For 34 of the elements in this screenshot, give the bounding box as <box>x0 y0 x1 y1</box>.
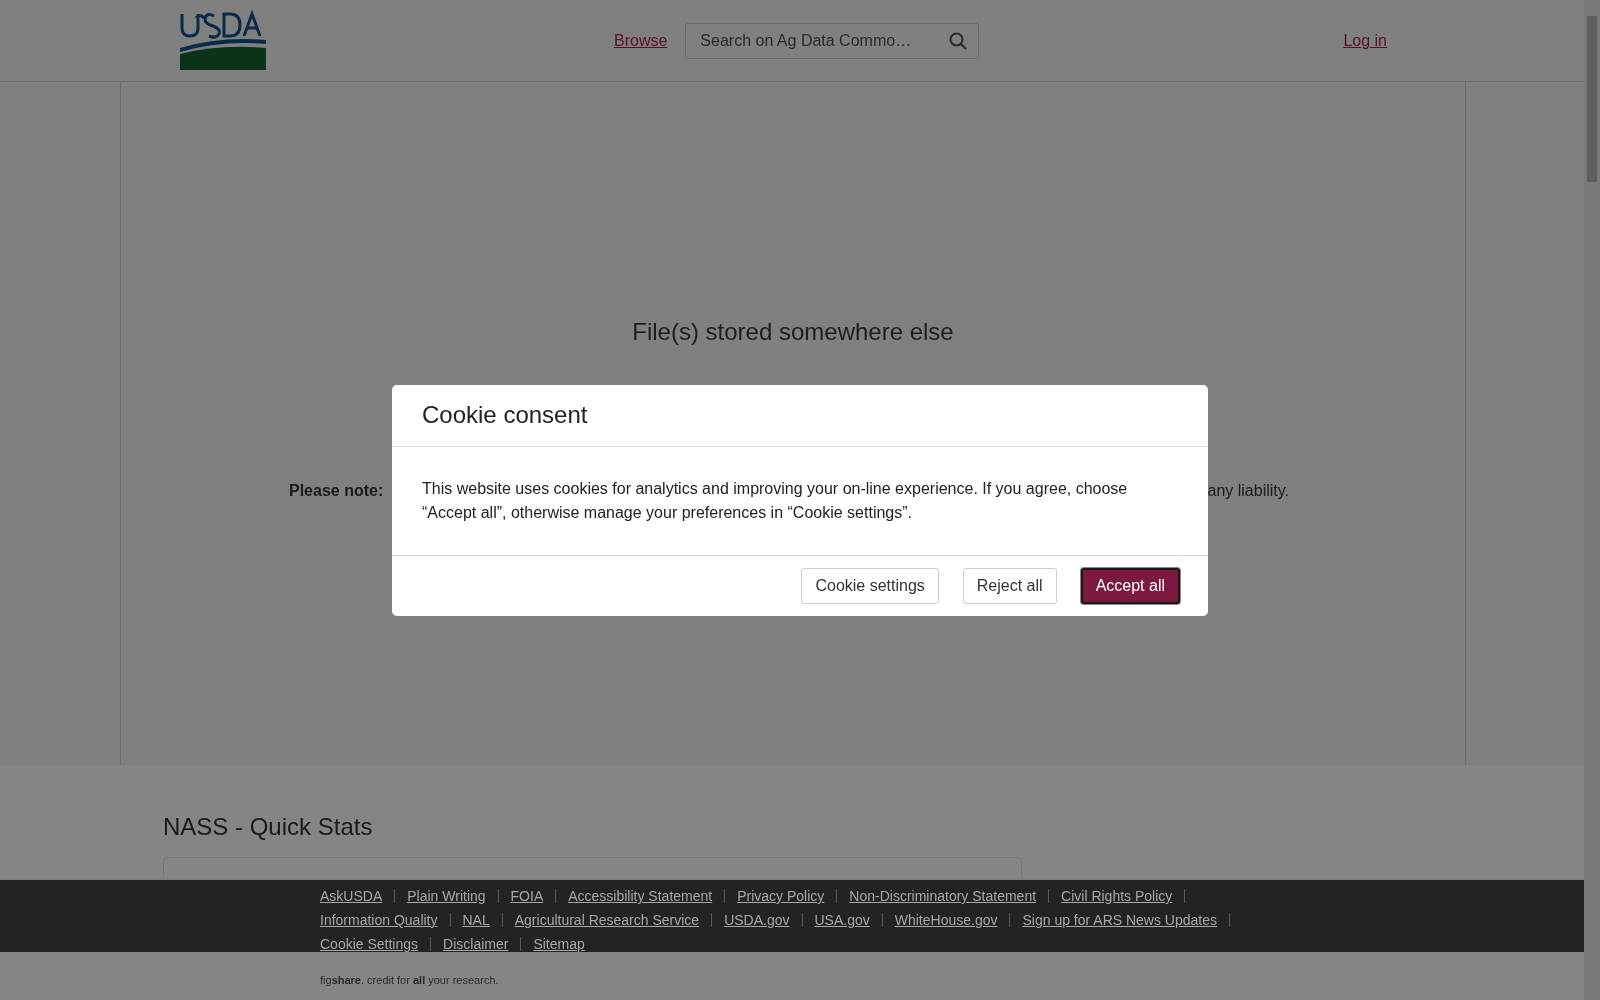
note-text: Please note: <box>289 482 384 500</box>
footer-link[interactable]: Cookie Settings <box>320 937 432 951</box>
scrollbar[interactable] <box>1584 0 1600 1000</box>
footer-link[interactable]: USA.gov <box>814 913 883 927</box>
footer-link[interactable]: Information Quality <box>320 913 451 927</box>
search-field[interactable]: Search on Ag Data Commo… <box>685 22 980 59</box>
panel-title: File(s) stored somewhere else <box>632 318 954 346</box>
footer-link[interactable]: WhiteHouse.gov <box>894 913 1011 927</box>
footer-link[interactable]: Non-Discriminatory Statement <box>849 889 1050 903</box>
footer-link[interactable]: Civil Rights Policy <box>1061 889 1186 903</box>
footer-link[interactable]: USDA.gov <box>724 913 803 927</box>
footer-link[interactable]: FOIA <box>510 889 557 903</box>
credit-text: figshare. credit for all your research. <box>320 974 499 986</box>
usda-logo[interactable] <box>180 9 266 70</box>
footer-link[interactable]: Sign up for ARS News Updates <box>1022 913 1230 927</box>
browse-link[interactable]: Browse <box>614 31 668 50</box>
footer-link[interactable]: Plain Writing <box>407 889 499 903</box>
section-title: NASS - Quick Stats <box>163 812 374 841</box>
footer-link[interactable]: NAL <box>462 913 503 927</box>
scrollbar-thumb[interactable] <box>1587 16 1597 182</box>
footer-link[interactable]: Disclaimer <box>443 937 522 951</box>
dialog-button[interactable]: Reject all <box>962 568 1057 604</box>
footer-link[interactable]: Sitemap <box>533 932 585 956</box>
login-link[interactable]: Log in <box>1343 31 1387 50</box>
footer-link[interactable]: Agricultural Research Service <box>514 913 713 927</box>
footer-link[interactable]: Accessibility Statement <box>568 889 726 903</box>
footer-link[interactable]: AskUSDA <box>320 889 396 903</box>
search-icon[interactable] <box>949 31 968 50</box>
accept-button[interactable]: Accept all <box>1080 568 1180 604</box>
dialog-button[interactable]: Cookie settings <box>801 568 939 604</box>
footer-link[interactable]: Privacy Policy <box>737 889 838 903</box>
dialog-text: This website uses cookies for analytics and improving your on-line experience. If you agree, choose “Accept all”, otherwise manage your preferences in “Cookie settings”. <box>422 479 1129 523</box>
note-text: any liability. <box>1207 482 1289 500</box>
dialog-title: Cookie consent <box>422 401 589 429</box>
